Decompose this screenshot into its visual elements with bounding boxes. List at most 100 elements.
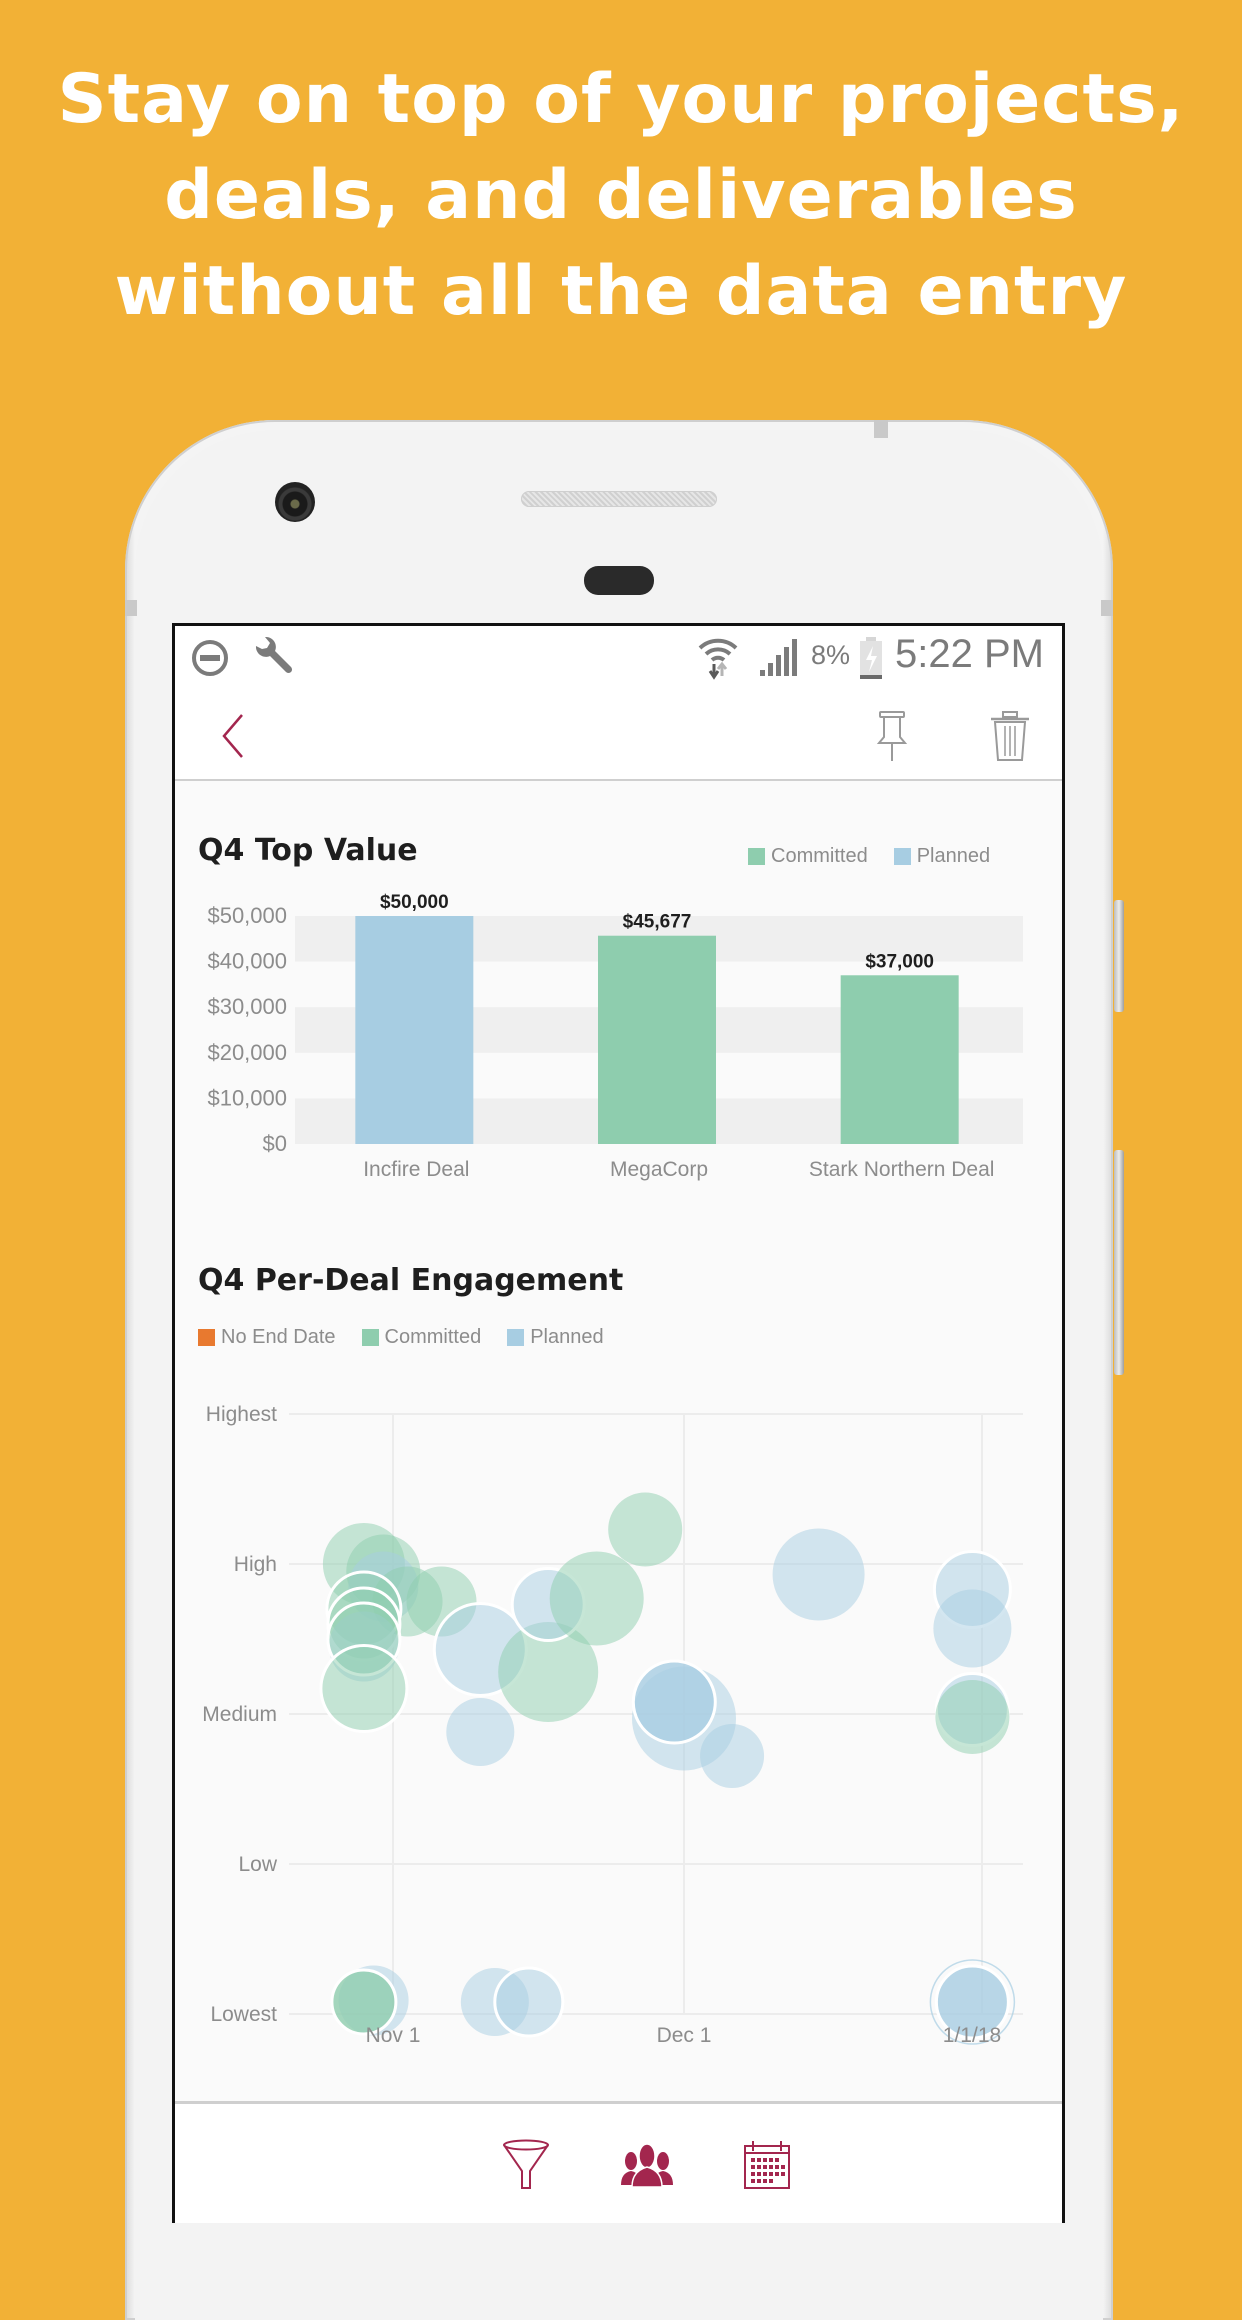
bubble-committed: [319, 1644, 409, 1733]
calendar-day-cell: [751, 2179, 755, 2183]
legend-label: Planned: [916, 845, 991, 867]
y-tick-label: $0: [263, 1131, 287, 1156]
back-button[interactable]: [205, 706, 261, 766]
bar: [840, 975, 959, 1144]
x-tick-label: 1/1/18: [943, 2024, 1001, 2047]
y-tick-label: $20,000: [207, 1040, 287, 1065]
phone-power-button: [1114, 900, 1124, 1012]
wifi-icon: [697, 634, 739, 685]
nav-funnel-button[interactable]: [496, 2134, 556, 2196]
legend-label: No End Date: [221, 1326, 336, 1348]
calendar-day-cell: [775, 2165, 779, 2169]
x-tick-label: Dec 1: [657, 2024, 712, 2047]
bubble-chart: Lowest Low Medium High Highest Nov 1 Dec 1 1/1/…: [202, 1403, 1023, 2047]
chart-title-engagement: Q4 Per-Deal Engagement: [198, 1263, 624, 1298]
do-not-disturb-icon: [191, 639, 229, 682]
legend-item-committed: Committed: [361, 1326, 481, 1349]
bubble-planned: [772, 1528, 865, 1621]
calendar-day-cell: [775, 2158, 779, 2162]
calendar-day-cell: [775, 2172, 779, 2176]
chart-title-top-value: Q4 Top Value: [198, 833, 418, 868]
calendar-day-cell: [781, 2165, 785, 2169]
bubble-committed: [935, 1680, 1010, 1754]
headline-line-1: Stay on top of your projects,: [57, 60, 1185, 139]
x-tick-label: MegaCorp: [610, 1158, 708, 1181]
battery-charging-icon: [858, 636, 884, 685]
bubble-planned: [493, 1966, 565, 2038]
y-tick-label: Low: [238, 1853, 277, 1876]
calendar-day-cell: [751, 2172, 755, 2176]
bubble-planned: [700, 1724, 765, 1788]
phone-right-band: [1101, 600, 1113, 616]
y-tick-label: $40,000: [207, 949, 287, 974]
y-tick-label: Highest: [206, 1403, 277, 1426]
y-tick-label: Lowest: [210, 2003, 277, 2026]
calendar-day-cell: [769, 2165, 773, 2169]
legend-swatch-no-end-date: [198, 1329, 215, 1346]
delete-button[interactable]: [982, 706, 1038, 766]
headline-line-3: without all the data entry: [114, 252, 1128, 331]
calendar-day-cell: [763, 2158, 767, 2162]
legend-swatch-committed: [748, 848, 765, 865]
nav-people-button[interactable]: [617, 2134, 677, 2196]
funnel-icon: [503, 2139, 549, 2189]
proximity-sensor: [584, 566, 654, 595]
calendar-icon: [744, 2141, 790, 2189]
y-tick-label: High: [234, 1553, 277, 1576]
bar-chart: $0 $10,000 $20,000 $30,000 $40,000 $50,000 $50…: [207, 892, 1023, 1181]
signal-icon: [758, 638, 800, 683]
app-bar: [175, 696, 1062, 781]
legend-item-planned: Planned: [507, 1326, 604, 1349]
legend-label: Planned: [530, 1326, 604, 1348]
calendar-day-cell: [781, 2172, 785, 2176]
trash-icon: [991, 711, 1029, 761]
bubble-planned: [446, 1698, 515, 1766]
bubble-committed: [608, 1492, 683, 1567]
bubble-committed: [549, 1551, 644, 1646]
front-camera: [275, 482, 315, 522]
nav-calendar-button[interactable]: [737, 2134, 797, 2196]
bubble-planned: [933, 1589, 1012, 1668]
phone-top-button: [874, 420, 888, 438]
legend-item-planned: Planned: [893, 845, 991, 868]
calendar-day-cell: [769, 2179, 773, 2183]
x-tick-label: Incfire Deal: [363, 1158, 469, 1181]
calendar-day-cell: [769, 2172, 773, 2176]
calendar-day-cell: [757, 2179, 761, 2183]
phone-volume-button: [1114, 1150, 1124, 1375]
legend-swatch-committed: [361, 1329, 379, 1346]
bar-value-label: $45,677: [623, 912, 692, 933]
y-tick-label: $50,000: [207, 903, 287, 928]
calendar-day-cell: [763, 2172, 767, 2176]
legend-item-committed: Committed: [748, 845, 868, 868]
calendar-day-cell: [757, 2165, 761, 2169]
x-tick-label: Nov 1: [366, 2024, 421, 2047]
bottom-nav: [175, 2101, 1062, 2223]
legend-swatch-planned: [893, 848, 911, 865]
calendar-day-cell: [757, 2172, 761, 2176]
pin-button[interactable]: [864, 706, 920, 766]
legend-swatch-planned: [507, 1329, 525, 1346]
y-tick-label: Medium: [202, 1703, 277, 1726]
battery-percent: 8%: [811, 640, 851, 670]
engagement-legend: No End Date Committed Planned: [198, 1326, 630, 1349]
calendar-day-cell: [763, 2165, 767, 2169]
bubble-planned: [631, 1659, 717, 1745]
bar-value-label: $50,000: [380, 892, 449, 913]
phone-screen: 8% 5:22 PM Q4 Top Value Committed Planne…: [172, 623, 1065, 2223]
x-tick-label: Stark Northern Deal: [809, 1158, 995, 1181]
bar: [355, 916, 474, 1144]
calendar-day-cell: [769, 2158, 773, 2162]
calendar-day-cell: [751, 2158, 755, 2162]
calendar-day-cell: [751, 2165, 755, 2169]
earpiece-speaker: [521, 491, 717, 507]
legend-label: Committed: [771, 845, 868, 867]
pin-icon: [876, 711, 908, 761]
wrench-icon: [250, 636, 294, 685]
bar: [598, 935, 716, 1144]
calendar-day-cell: [757, 2158, 761, 2162]
people-icon: [621, 2143, 673, 2187]
status-bar: 8% 5:22 PM: [175, 626, 1062, 696]
y-tick-label: $10,000: [207, 1085, 287, 1110]
bar-value-label: $37,000: [865, 951, 934, 972]
